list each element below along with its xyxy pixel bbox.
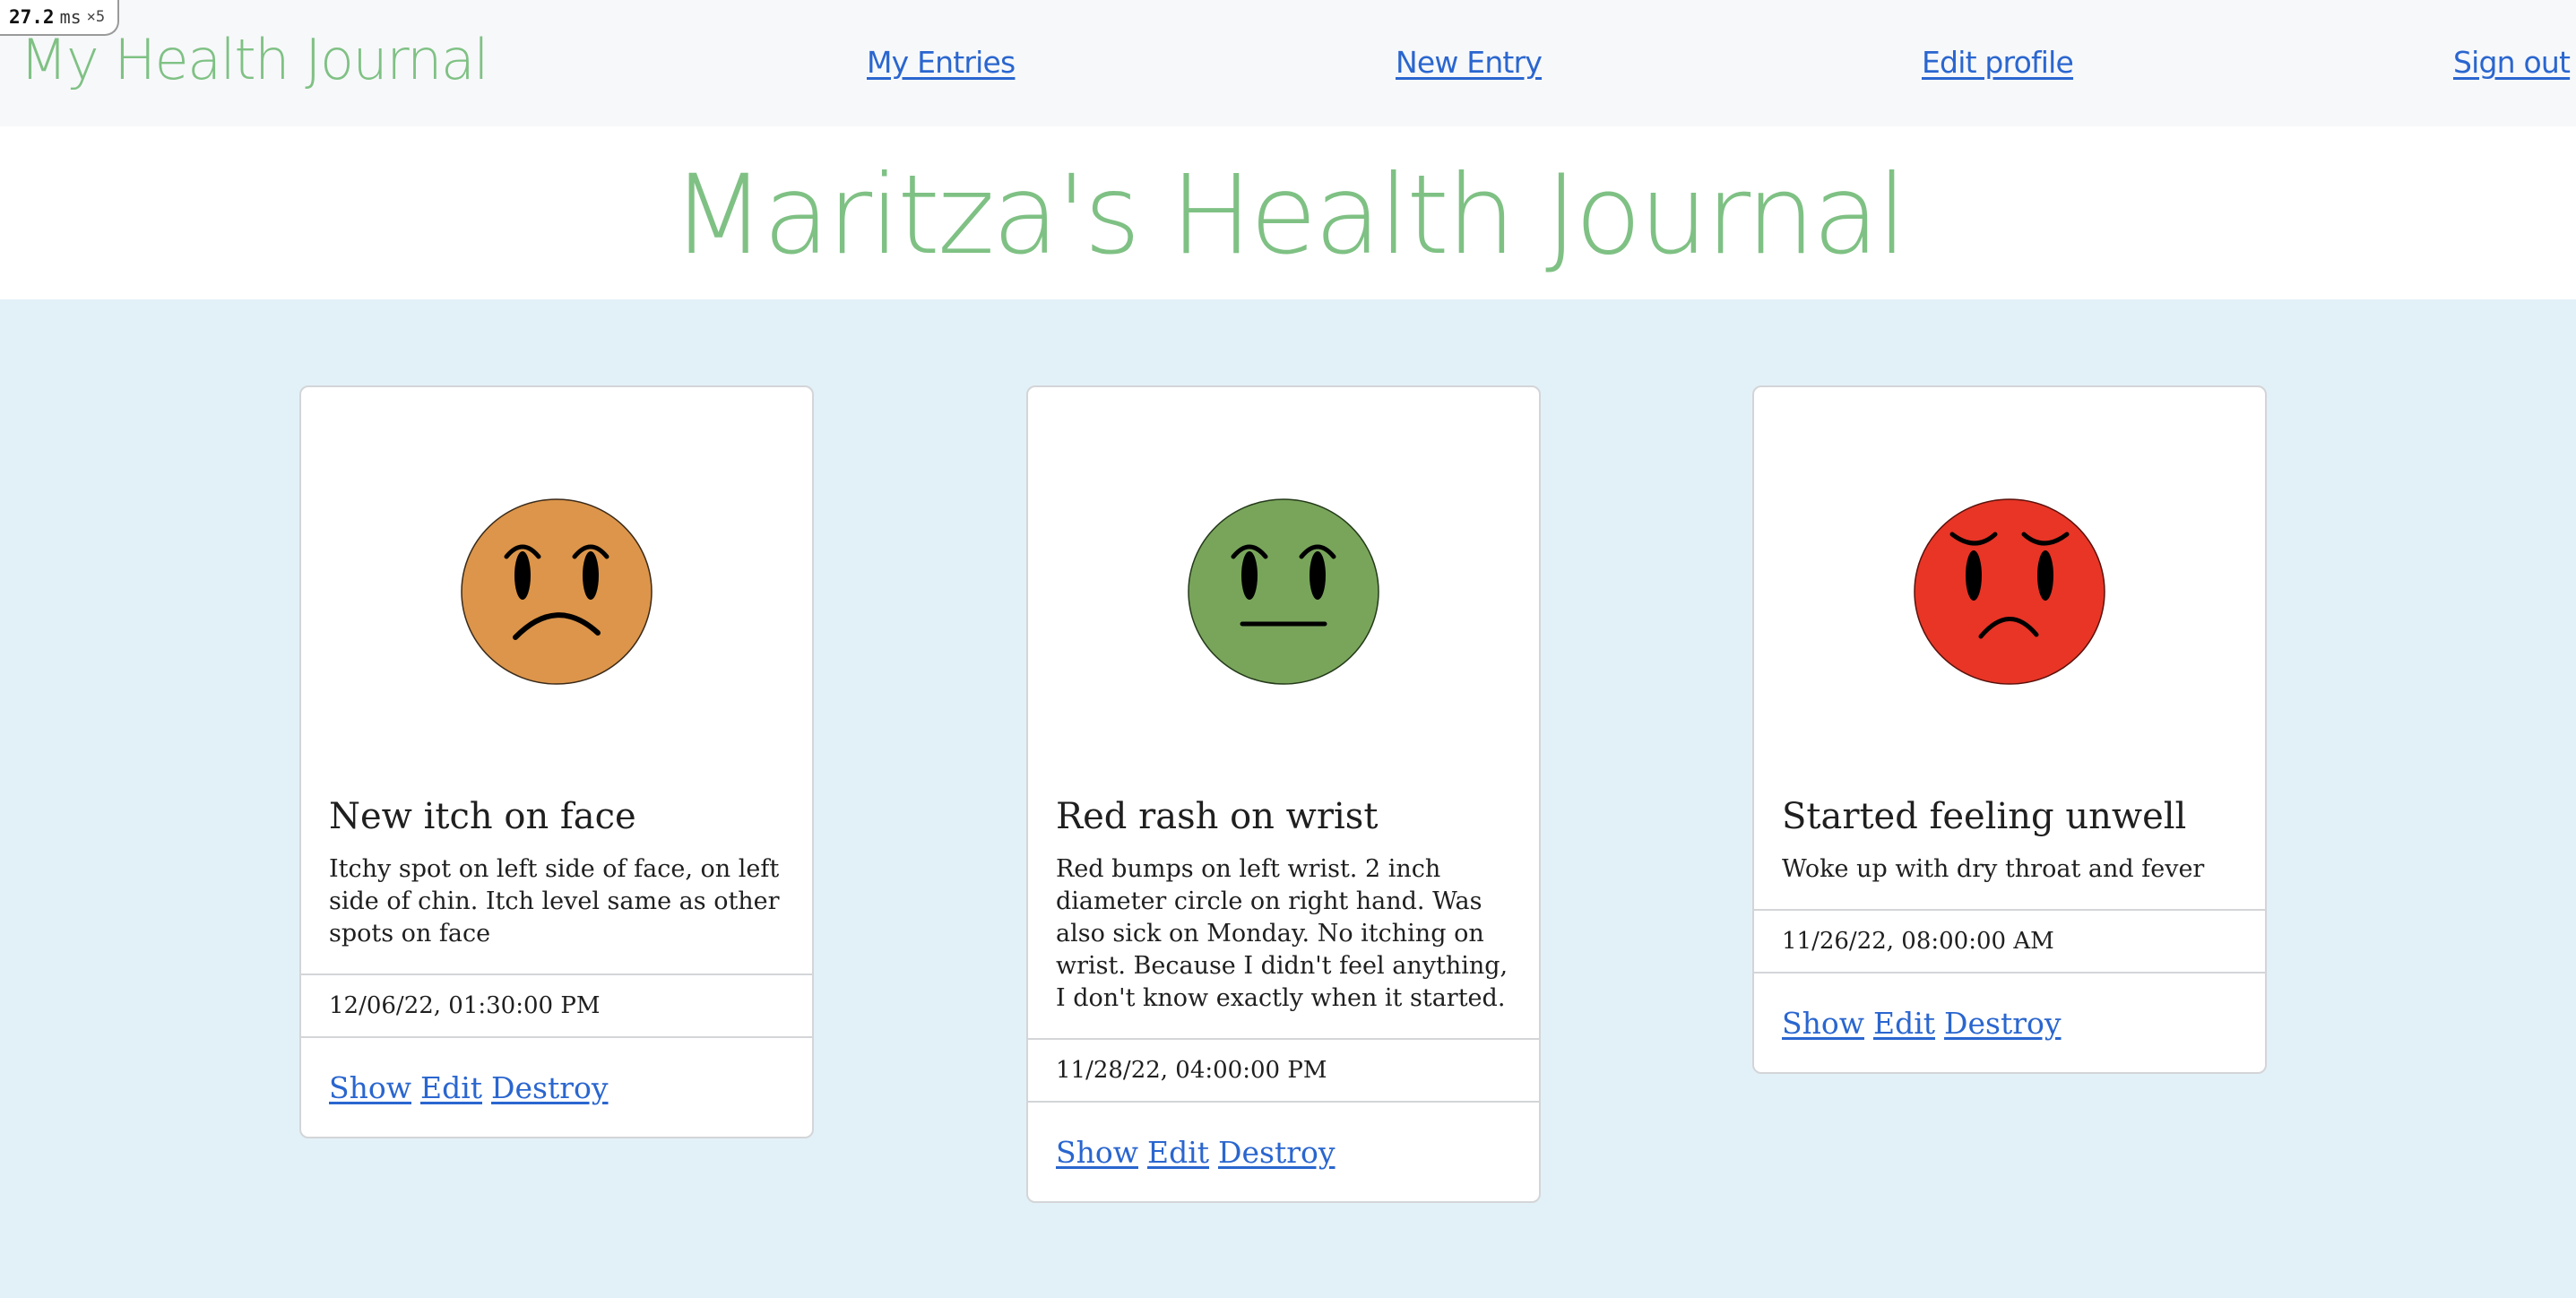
perf-value: 27.2 <box>9 6 55 28</box>
page-title: Maritza's Health Journal <box>671 151 1907 279</box>
show-link[interactable]: Show <box>1056 1135 1138 1170</box>
entry-body: Itchy spot on left side of face, on left… <box>329 855 780 948</box>
neutral-face-icon <box>1188 498 1379 685</box>
face-circle <box>461 498 653 685</box>
brand-logo[interactable]: My Health Journal <box>20 27 489 92</box>
entry-actions: Show Edit Destroy <box>1028 1103 1539 1201</box>
mood-face-container <box>1754 387 2265 796</box>
nav-link-edit-profile[interactable]: Edit profile <box>1922 45 2074 80</box>
show-link[interactable]: Show <box>329 1070 411 1105</box>
angry-face-icon <box>1914 498 2105 685</box>
destroy-link[interactable]: Destroy <box>1944 1006 2061 1041</box>
entry-card: Started feeling unwell Woke up with dry … <box>1752 385 2267 1074</box>
entry-body: Woke up with dry throat and fever <box>1782 855 2205 883</box>
nav-link-sign-out[interactable]: Sign out <box>2453 45 2571 80</box>
face-circle <box>1188 498 1379 685</box>
entry-title: Red rash on wrist <box>1056 796 1379 837</box>
nav-link-new-entry[interactable]: New Entry <box>1396 45 1543 80</box>
edit-link[interactable]: Edit <box>1147 1135 1209 1170</box>
nav-link-my-entries[interactable]: My Entries <box>867 45 1016 80</box>
show-link[interactable]: Show <box>1782 1006 1864 1041</box>
page-header: Maritza's Health Journal <box>0 126 2576 299</box>
entry-timestamp: 11/26/22, 08:00:00 AM <box>1754 909 2265 974</box>
entry-timestamp: 12/06/22, 01:30:00 PM <box>301 974 812 1038</box>
perf-unit: ms <box>59 6 82 28</box>
performance-badge: 27.2 ms ×5 <box>0 0 120 36</box>
entry-title: New itch on face <box>329 796 636 837</box>
edit-link[interactable]: Edit <box>420 1070 482 1105</box>
mood-face-container <box>1028 387 1539 796</box>
sad-face-icon <box>461 498 653 685</box>
mood-face-container <box>301 387 812 796</box>
face-circle <box>1914 498 2105 685</box>
entry-actions: Show Edit Destroy <box>301 1038 812 1137</box>
top-navbar: My Health Journal My Entries New Entry E… <box>0 0 2576 126</box>
destroy-link[interactable]: Destroy <box>491 1070 608 1105</box>
perf-multiplier: ×5 <box>86 8 106 26</box>
entry-body: Red bumps on left wrist. 2 inch diameter… <box>1056 855 1508 1012</box>
entry-card: Red rash on wrist Red bumps on left wris… <box>1026 385 1541 1203</box>
entry-card: New itch on face Itchy spot on left side… <box>299 385 814 1138</box>
edit-link[interactable]: Edit <box>1873 1006 1935 1041</box>
entry-title: Started feeling unwell <box>1782 796 2187 837</box>
destroy-link[interactable]: Destroy <box>1218 1135 1335 1170</box>
entry-actions: Show Edit Destroy <box>1754 974 2265 1072</box>
entry-timestamp: 11/28/22, 04:00:00 PM <box>1028 1038 1539 1103</box>
